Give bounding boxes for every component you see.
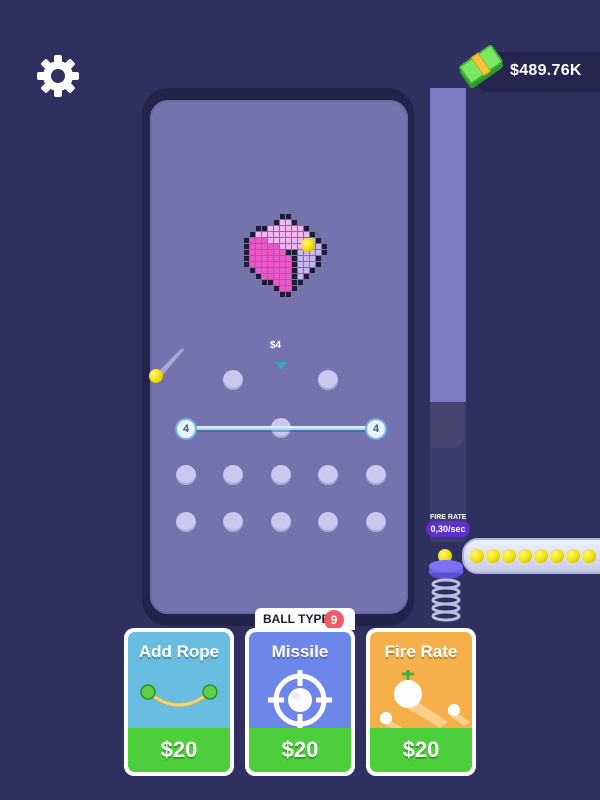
card-price: $20 bbox=[249, 728, 351, 772]
card-title: Add Rope bbox=[138, 642, 220, 661]
card-body: Add Rope $20 bbox=[128, 632, 230, 772]
queued-ball bbox=[518, 549, 532, 563]
queued-ball bbox=[502, 549, 516, 563]
price-pointer-icon bbox=[275, 362, 287, 370]
peg bbox=[223, 465, 243, 485]
peg bbox=[176, 465, 196, 485]
settings-gear-icon[interactable] bbox=[34, 52, 82, 100]
pixel-art-target[interactable] bbox=[232, 214, 332, 314]
rope-anchor-left[interactable]: 4 bbox=[175, 418, 197, 440]
missile-card[interactable]: Missile $20 bbox=[245, 628, 355, 776]
card-body: Fire Rate $20 bbox=[370, 632, 472, 772]
ball-chute bbox=[430, 88, 466, 418]
target-price-label: $4 bbox=[270, 340, 282, 351]
flying-ball bbox=[149, 369, 163, 383]
card-price: $20 bbox=[370, 728, 472, 772]
spring-launcher-icon bbox=[429, 560, 463, 622]
card-title: Missile bbox=[271, 642, 329, 661]
peg bbox=[223, 370, 243, 390]
ball-on-target bbox=[301, 238, 315, 252]
ball-type-count-badge: 9 bbox=[324, 610, 344, 630]
add-rope-card[interactable]: Add Rope $20 bbox=[124, 628, 234, 776]
peg bbox=[176, 512, 196, 532]
queued-ball bbox=[550, 549, 564, 563]
rope-anchor-right[interactable]: 4 bbox=[365, 418, 387, 440]
peg bbox=[318, 512, 338, 532]
queued-ball bbox=[582, 549, 596, 563]
speed-ball-icon bbox=[380, 670, 470, 728]
queued-ball bbox=[486, 549, 500, 563]
card-title: Fire Rate bbox=[384, 642, 458, 661]
money-amount: $489.76K bbox=[510, 62, 582, 79]
peg bbox=[271, 465, 291, 485]
rope-icon bbox=[140, 684, 218, 708]
chute-opening bbox=[430, 402, 464, 448]
rope[interactable] bbox=[170, 412, 390, 446]
cash-stack-icon bbox=[459, 45, 504, 89]
fire-rate-title: FIRE RATE bbox=[430, 514, 467, 521]
fire-rate-badge: 0,30/sec bbox=[426, 521, 470, 537]
tube-balls bbox=[470, 549, 600, 565]
card-price: $20 bbox=[128, 728, 230, 772]
queued-ball bbox=[470, 549, 484, 563]
fire-rate-card[interactable]: Fire Rate $20 bbox=[366, 628, 476, 776]
peg bbox=[366, 465, 386, 485]
card-body: Missile $20 bbox=[249, 632, 351, 772]
queued-ball bbox=[534, 549, 548, 563]
peg bbox=[223, 512, 243, 532]
peg bbox=[318, 370, 338, 390]
queued-ball bbox=[566, 549, 580, 563]
peg bbox=[318, 465, 338, 485]
peg bbox=[271, 512, 291, 532]
peg bbox=[366, 512, 386, 532]
crosshair-icon bbox=[268, 670, 332, 728]
